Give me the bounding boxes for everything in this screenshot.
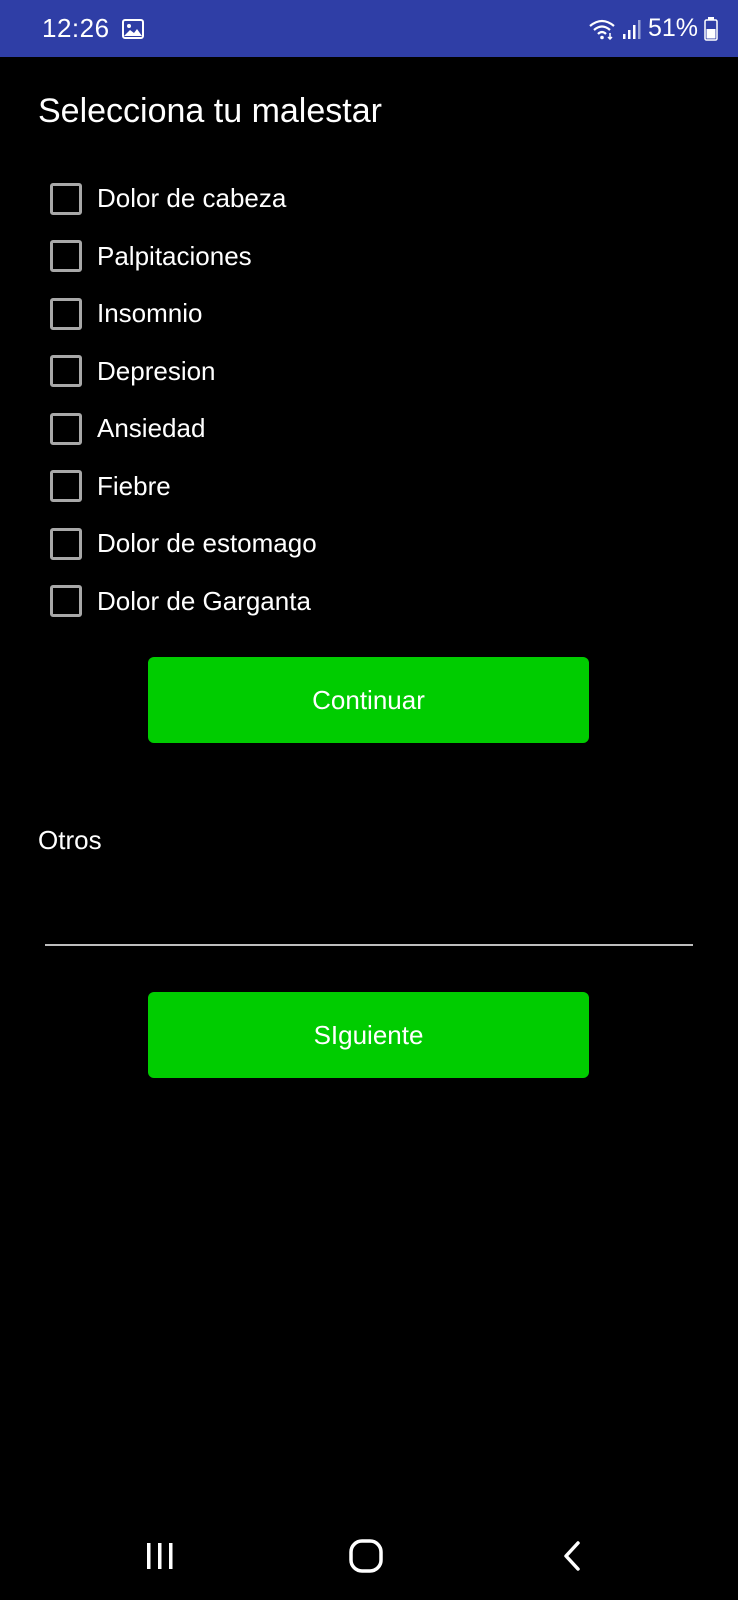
checkbox-box[interactable] bbox=[50, 240, 82, 273]
continue-button[interactable]: Continuar bbox=[148, 657, 589, 743]
checkbox-insomnio[interactable]: Insomnio bbox=[50, 285, 670, 343]
back-icon[interactable] bbox=[542, 1528, 602, 1584]
symptom-selection-screen: 12:26 51% Selecciona tu malestar Dolor d… bbox=[0, 0, 738, 1600]
status-right: 51% bbox=[588, 14, 718, 43]
battery-percent: 51% bbox=[647, 14, 698, 42]
page-title: Selecciona tu malestar bbox=[38, 92, 382, 130]
checkbox-fiebre[interactable]: Fiebre bbox=[50, 458, 670, 516]
checkbox-box[interactable] bbox=[50, 355, 82, 388]
checkbox-label: Dolor de estomago bbox=[97, 528, 317, 559]
status-time: 12:26 bbox=[42, 13, 110, 43]
checkbox-box[interactable] bbox=[50, 527, 82, 560]
checkbox-label: Fiebre bbox=[97, 470, 171, 501]
checkbox-box[interactable] bbox=[50, 182, 82, 215]
wifi-icon bbox=[588, 18, 616, 40]
next-button[interactable]: SIguiente bbox=[148, 992, 589, 1078]
battery-icon bbox=[704, 16, 718, 41]
checkbox-dolor-de-estomago[interactable]: Dolor de estomago bbox=[50, 515, 670, 573]
signal-icon bbox=[622, 18, 642, 40]
checkbox-dolor-de-cabeza[interactable]: Dolor de cabeza bbox=[50, 170, 670, 228]
home-icon[interactable] bbox=[336, 1528, 396, 1584]
recents-icon[interactable] bbox=[130, 1528, 190, 1584]
checkbox-box[interactable] bbox=[50, 585, 82, 618]
checkbox-box[interactable] bbox=[50, 470, 82, 503]
status-bar: 12:26 51% bbox=[0, 0, 738, 57]
symptom-checkbox-list: Dolor de cabeza Palpitaciones Insomnio D… bbox=[50, 170, 670, 630]
others-label: Otros bbox=[38, 825, 102, 855]
others-input[interactable] bbox=[45, 880, 693, 946]
checkbox-depresion[interactable]: Depresion bbox=[50, 343, 670, 401]
checkbox-label: Dolor de Garganta bbox=[97, 585, 311, 616]
gallery-icon bbox=[121, 18, 144, 39]
checkbox-label: Ansiedad bbox=[97, 413, 206, 444]
checkbox-label: Insomnio bbox=[97, 298, 203, 329]
checkbox-label: Depresion bbox=[97, 355, 216, 386]
status-left: 12:26 bbox=[42, 13, 144, 44]
checkbox-box[interactable] bbox=[50, 412, 82, 445]
checkbox-label: Dolor de cabeza bbox=[97, 183, 287, 214]
checkbox-box[interactable] bbox=[50, 297, 82, 330]
navigation-bar bbox=[0, 1510, 738, 1600]
checkbox-palpitaciones[interactable]: Palpitaciones bbox=[50, 228, 670, 286]
checkbox-label: Palpitaciones bbox=[97, 240, 252, 271]
checkbox-dolor-de-garganta[interactable]: Dolor de Garganta bbox=[50, 573, 670, 631]
checkbox-ansiedad[interactable]: Ansiedad bbox=[50, 400, 670, 458]
